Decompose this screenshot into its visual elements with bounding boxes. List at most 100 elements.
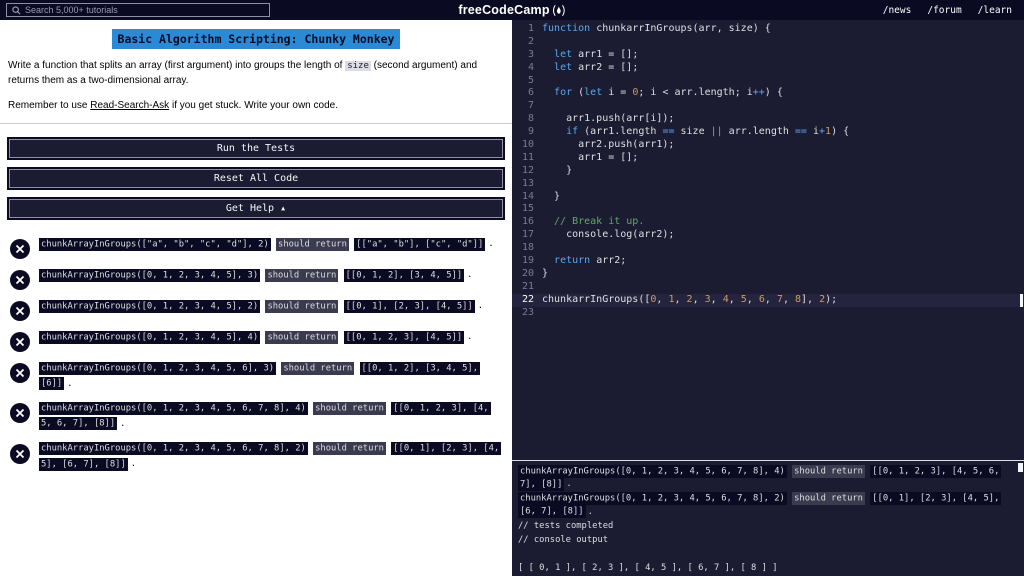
line-number: 12 [521, 164, 534, 176]
line-number: 1 [527, 23, 534, 34]
line-number: 4 [527, 61, 534, 73]
fail-x-icon [10, 301, 30, 321]
test-period: . [467, 332, 473, 342]
code-line: 12 } [512, 165, 1024, 178]
test-description: chunkArrayInGroups([0, 1, 2, 3, 4, 5], 3… [39, 268, 472, 284]
fail-x-icon [10, 443, 30, 464]
nav-link-forum[interactable]: /forum [927, 5, 961, 16]
search-box[interactable] [6, 3, 270, 17]
code-line: 9 if (arr1.length == size || arr.length … [512, 126, 1024, 139]
get-help-button[interactable]: Get Help ▴ [7, 197, 505, 220]
test-expected: [[0, 1], [2, 3], [4, 5]] [343, 299, 475, 313]
editor-scrollbar-thumb[interactable] [1020, 294, 1023, 307]
line-number: 5 [527, 74, 534, 86]
reset-code-button[interactable]: Reset All Code [7, 167, 505, 190]
line-number: 2 [527, 35, 534, 47]
test-period: . [488, 239, 494, 249]
code-line: 21 [512, 281, 1024, 294]
title-wrap: Basic Algorithm Scripting: Chunky Monkey [0, 29, 512, 49]
line-number: 9 [527, 126, 534, 138]
code-line: 18 [512, 242, 1024, 255]
test-description: chunkArrayInGroups(["a", "b", "c", "d"],… [39, 237, 494, 253]
test-period: . [120, 418, 126, 429]
fail-x-icon [10, 403, 30, 424]
test-period: . [477, 301, 484, 311]
hint-text-post: if you get stuck. Write your own code. [169, 100, 338, 111]
code-text: arr1 = []; [542, 151, 639, 163]
line-number: 3 [527, 48, 534, 60]
logo-wordmark: freeCodeCamp [458, 3, 550, 17]
code-text: console.log(arr2); [542, 229, 675, 241]
console-line: [ [ 0, 1 ], [ 2, 3 ], [ 4, 5 ], [ 6, 7 ]… [518, 563, 778, 574]
code-text: let arr1 = []; [554, 48, 639, 60]
test-call: chunkArrayInGroups([0, 1, 2, 3, 4, 5, 6]… [39, 361, 277, 375]
editor-lines: 1 function chunkarrInGroups(arr, size) {2… [512, 23, 1024, 319]
hint-text-pre: Remember to use [8, 100, 91, 111]
nav-link-news[interactable]: /news [883, 5, 912, 16]
test-middle: should return [265, 268, 339, 282]
fail-x-icon [10, 332, 30, 352]
inline-code-size: size [345, 61, 371, 71]
code-text: } [542, 190, 561, 202]
console-scrollbar-thumb[interactable] [1018, 463, 1023, 472]
code-text: arr2.push(arr1); [542, 139, 675, 151]
test-description: chunkArrayInGroups([0, 1, 2, 3, 4, 5], 2… [39, 299, 483, 315]
line-number: 8 [527, 113, 534, 125]
line-number: 22 [521, 293, 534, 305]
code-line: 23 [512, 307, 1024, 320]
test-call: chunkArrayInGroups([0, 1, 2, 3, 4, 5, 6,… [39, 442, 308, 456]
test-period: . [130, 459, 137, 470]
code-line: 16 // Break it up. [512, 216, 1024, 229]
test-call: chunkArrayInGroups([0, 1, 2, 3, 4, 5], 3… [39, 268, 261, 282]
console-panel: chunkArrayInGroups([0, 1, 2, 3, 4, 5, 6,… [512, 460, 1024, 576]
code-line: 3 let arr1 = []; [512, 49, 1024, 62]
test-expected: [["a", "b"], ["c", "d"]] [354, 237, 486, 251]
console-test-period: . [587, 506, 593, 517]
code-line: 5 [512, 75, 1024, 88]
console-test-period: . [566, 479, 572, 490]
test-row: chunkArrayInGroups([0, 1, 2, 3, 4, 5], 4… [10, 330, 504, 352]
code-line: 22 chunkarrInGroups([0, 1, 2, 3, 4, 5, 6,… [512, 293, 1024, 307]
challenge-title: Basic Algorithm Scripting: Chunky Monkey [111, 29, 401, 49]
code-text: } [542, 267, 549, 279]
line-number: 15 [521, 203, 534, 215]
topbar-nav: /news /forum /learn [883, 5, 1024, 16]
code-line: 10 arr2.push(arr1); [512, 139, 1024, 152]
code-text: arr1.push(arr[i]); [542, 113, 675, 125]
test-list: chunkArrayInGroups(["a", "b", "c", "d"],… [0, 237, 512, 473]
test-period: . [67, 378, 73, 389]
freecodecamp-logo[interactable]: freeCodeCamp [458, 3, 566, 17]
test-call: chunkArrayInGroups([0, 1, 2, 3, 4, 5, 6,… [39, 401, 308, 415]
line-number: 16 [521, 216, 534, 228]
nav-link-learn[interactable]: /learn [978, 5, 1012, 16]
run-tests-button[interactable]: Run the Tests [7, 137, 505, 160]
challenge-hint: Remember to use Read-Search-Ask if you g… [8, 100, 504, 111]
line-number: 19 [521, 255, 534, 267]
test-row: chunkArrayInGroups([0, 1, 2, 3, 4, 5], 2… [10, 299, 504, 321]
code-text: chunkarrInGroups([0, 1, 2, 3, 4, 5, 6, 7… [542, 293, 838, 305]
code-line: 17 console.log(arr2); [512, 229, 1024, 242]
code-line: 1 function chunkarrInGroups(arr, size) { [512, 23, 1024, 36]
code-line: 8 arr1.push(arr[i]); [512, 113, 1024, 126]
code-text: return arr2; [554, 255, 627, 267]
code-text: let arr2 = []; [554, 61, 639, 73]
console-line: chunkArrayInGroups([0, 1, 2, 3, 4, 5, 6,… [518, 491, 1018, 519]
read-search-ask-link[interactable]: Read-Search-Ask [90, 100, 169, 111]
editor-panel: 1 function chunkarrInGroups(arr, size) {2… [512, 20, 1024, 576]
line-number: 14 [521, 190, 534, 202]
line-number: 11 [521, 151, 534, 163]
code-line: 20} [512, 268, 1024, 281]
test-row: chunkArrayInGroups([0, 1, 2, 3, 4, 5, 6,… [10, 442, 504, 473]
test-call: chunkArrayInGroups([0, 1, 2, 3, 4, 5], 4… [39, 330, 261, 344]
test-middle: should return [265, 330, 339, 344]
console-test-call: chunkArrayInGroups([0, 1, 2, 3, 4, 5, 6,… [518, 464, 787, 478]
line-number: 21 [521, 280, 534, 292]
search-icon [12, 5, 21, 15]
code-editor[interactable]: 1 function chunkarrInGroups(arr, size) {2… [512, 20, 1024, 460]
test-row: chunkArrayInGroups([0, 1, 2, 3, 4, 5], 3… [10, 268, 504, 290]
search-input[interactable] [25, 5, 264, 15]
console-line: chunkArrayInGroups([0, 1, 2, 3, 4, 5, 6,… [518, 464, 1018, 491]
test-description: chunkArrayInGroups([0, 1, 2, 3, 4, 5, 6,… [39, 401, 504, 432]
console-line: // console output [518, 534, 609, 545]
